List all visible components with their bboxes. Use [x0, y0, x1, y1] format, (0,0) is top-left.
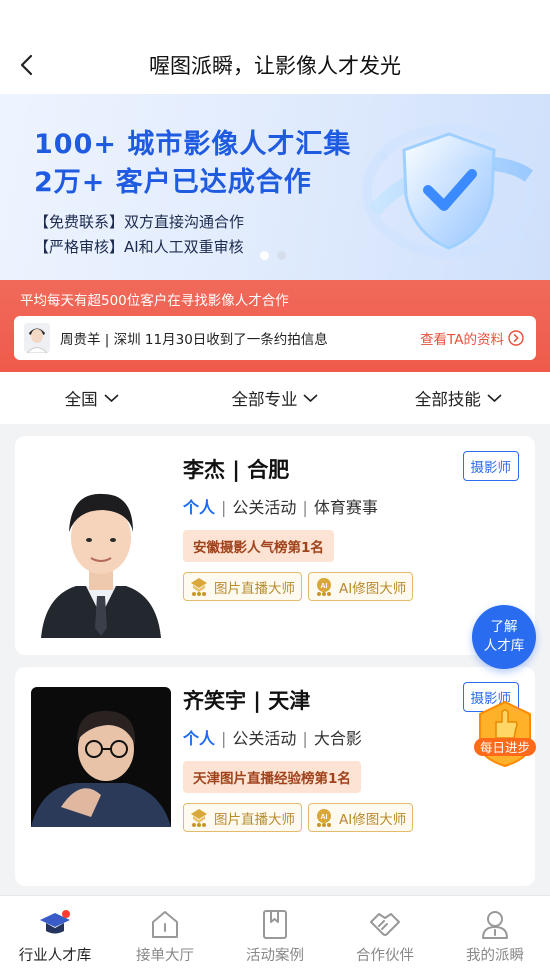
talent-card[interactable]: 李杰 | 合肥 摄影师 个人 | 公关活动 | 体育赛事 安徽摄影人气榜第1名 图片直播… — [15, 436, 535, 655]
avatar — [24, 323, 50, 353]
promo-title: 平均每天有超500位客户在寻找影像人才合作 — [20, 293, 289, 309]
chevron-down-icon — [487, 394, 502, 403]
svg-text:AI: AI — [321, 583, 328, 590]
filter-profession[interactable]: 全部专业 — [183, 386, 366, 410]
skill-badge: AI AI修图大师 — [308, 572, 414, 601]
carousel-dot[interactable] — [260, 251, 269, 260]
talent-skill-badges: 图片直播大师 AI AI修图大师 — [183, 572, 414, 601]
talent-card[interactable]: 齐笑宇 | 天津 摄影师 个人 | 公关活动 | 大合影 天津图片直播经验榜第1名 图片… — [15, 667, 535, 886]
float-button-line-2: 人才库 — [483, 638, 525, 654]
banner-line-1: 【免费联系】双方直接沟通合作 — [34, 213, 245, 231]
tab-event-cases[interactable]: 活动案例 — [220, 896, 330, 978]
banner-headline-2: 2万+ 客户已达成合作 — [34, 167, 312, 198]
view-profile-label: 查看TA的资料 — [420, 332, 504, 348]
carousel-dot[interactable] — [277, 251, 286, 260]
svg-text:AI: AI — [321, 814, 328, 821]
filter-profession-label: 全部专业 — [231, 390, 298, 409]
talent-field: 公关活动 — [232, 498, 297, 517]
talent-rank-badge: 天津图片直播经验榜第1名 — [183, 761, 361, 793]
tag-separator: | — [302, 729, 308, 748]
tag-separator: | — [221, 498, 227, 517]
carousel-dots — [260, 251, 286, 260]
filter-skill[interactable]: 全部技能 — [367, 386, 550, 410]
chevron-down-icon — [104, 394, 119, 403]
talent-skill-badges: 图片直播大师 AI AI修图大师 — [183, 803, 414, 832]
verified-shield-illustration — [362, 124, 534, 258]
talent-tags: 个人 | 公关活动 | 体育赛事 — [183, 494, 378, 518]
bookmark-icon — [263, 910, 287, 939]
hero-banner[interactable]: 100+ 城市影像人才汇集 2万+ 客户已达成合作 【免费联系】双方直接沟通合作… — [0, 94, 550, 280]
talent-photo — [31, 687, 171, 869]
skill-badge: 图片直播大师 — [183, 572, 302, 601]
talent-role-badge: 摄影师 — [462, 451, 519, 481]
skill-badge-label: AI修图大师 — [339, 580, 407, 597]
talent-rank-badge: 安徽摄影人气榜第1名 — [183, 530, 334, 562]
talent-list: 李杰 | 合肥 摄影师 个人 | 公关活动 | 体育赛事 安徽摄影人气榜第1名 图片直播… — [0, 424, 550, 886]
tab-label: 活动案例 — [246, 948, 304, 964]
daily-badge-label: 每日进步 — [480, 740, 530, 755]
photo-padding — [31, 831, 171, 869]
chevron-down-icon — [303, 394, 319, 403]
promo-panel: 平均每天有超500位客户在寻找影像人才合作 周贵羊 | 深圳 11月30日收到了… — [0, 280, 550, 372]
promo-notice-card[interactable]: 周贵羊 | 深圳 11月30日收到了一条约拍信息 查看TA的资料 — [14, 316, 536, 360]
ai-medal-icon: AI — [317, 808, 331, 827]
skill-badge-label: AI修图大师 — [339, 811, 407, 828]
back-arrow-icon[interactable] — [16, 53, 40, 77]
talent-tags: 个人 | 公关活动 | 大合影 — [183, 725, 362, 749]
talent-type: 个人 — [183, 498, 216, 517]
talent-type: 个人 — [183, 729, 216, 748]
status-bar — [0, 0, 550, 36]
bottom-tab-bar: 行业人才库 接单大厅 活动案例 合作伙伴 我的派瞬 — [0, 895, 550, 978]
skill-badge-label: 图片直播大师 — [214, 811, 295, 828]
filter-region[interactable]: 全国 — [0, 386, 183, 410]
tab-partners[interactable]: 合作伙伴 — [330, 896, 440, 978]
live-photo-medal-icon — [191, 577, 207, 596]
talent-field: 大合影 — [313, 729, 362, 748]
tab-talent-pool[interactable]: 行业人才库 — [0, 896, 110, 978]
banner-line-2: 【严格审核】AI和人工双重审核 — [34, 238, 244, 256]
tab-label: 我的派瞬 — [466, 948, 524, 964]
house-icon — [152, 911, 178, 938]
filter-region-label: 全国 — [64, 390, 98, 409]
page-title: 喔图派瞬，让影像人才发光 — [149, 54, 401, 78]
user-icon — [482, 911, 508, 939]
tab-order-hall[interactable]: 接单大厅 — [110, 896, 220, 978]
tab-label: 接单大厅 — [136, 948, 194, 964]
talent-name: 李杰 | 合肥 — [183, 458, 290, 482]
talent-field: 公关活动 — [232, 729, 297, 748]
banner-headline-1: 100+ 城市影像人才汇集 — [34, 129, 352, 160]
talent-field: 体育赛事 — [313, 498, 378, 517]
filter-bar: 全国 全部专业 全部技能 — [0, 372, 550, 424]
ai-medal-icon: AI — [317, 577, 331, 596]
talent-name: 齐笑宇 | 天津 — [183, 689, 311, 713]
skill-badge: AI AI修图大师 — [308, 803, 414, 832]
learn-talent-pool-button[interactable]: 了解 人才库 — [472, 605, 536, 669]
graduation-cap-icon — [40, 910, 70, 934]
float-button-line-1: 了解 — [490, 619, 518, 635]
promo-message: 周贵羊 | 深圳 11月30日收到了一条约拍信息 — [60, 332, 328, 348]
chevron-right-circle-icon — [508, 330, 524, 346]
skill-badge: 图片直播大师 — [183, 803, 302, 832]
live-photo-medal-icon — [191, 808, 207, 827]
tab-label: 合作伙伴 — [356, 948, 414, 964]
filter-skill-label: 全部技能 — [414, 390, 481, 409]
tag-separator: | — [221, 729, 227, 748]
top-nav: 喔图派瞬，让影像人才发光 — [0, 36, 550, 94]
tab-label: 行业人才库 — [18, 948, 92, 964]
talent-photo — [31, 456, 171, 638]
handshake-icon — [370, 913, 400, 936]
view-profile-link[interactable]: 查看TA的资料 — [420, 328, 524, 348]
daily-progress-badge[interactable]: 每日进步 — [472, 698, 538, 768]
tab-my-account[interactable]: 我的派瞬 — [440, 896, 550, 978]
skill-badge-label: 图片直播大师 — [214, 580, 295, 597]
tag-separator: | — [302, 498, 308, 517]
